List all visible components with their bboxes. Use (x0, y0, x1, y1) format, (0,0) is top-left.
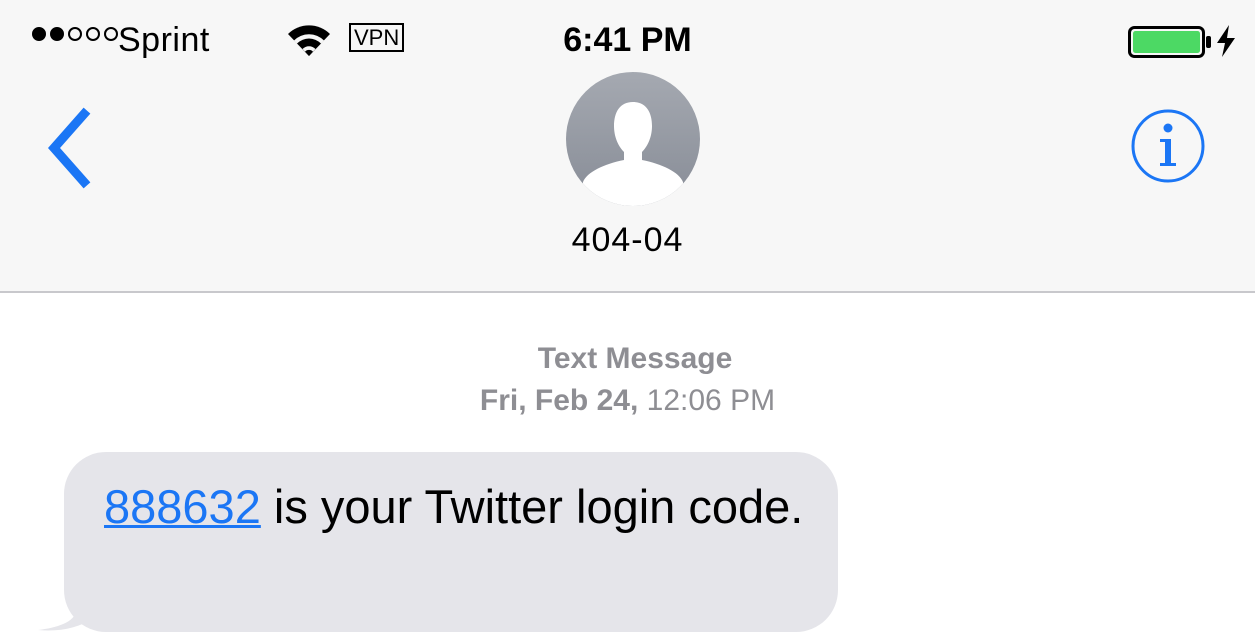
info-button[interactable] (1130, 108, 1206, 184)
info-icon (1131, 109, 1205, 183)
contact-avatar[interactable] (566, 72, 700, 206)
chevron-left-icon (47, 107, 91, 189)
status-time: 6:41 PM (563, 21, 692, 59)
message-date: Fri, Feb 24, 12:06 PM (480, 384, 775, 417)
battery-full-icon (1128, 26, 1211, 58)
person-silhouette-icon (566, 72, 700, 206)
message-body-text: is your Twitter login code. (260, 480, 804, 533)
message-time: 12:06 PM (646, 384, 776, 417)
header: Sprint VPN 6:41 PM 404-04 (0, 0, 1255, 293)
back-button[interactable] (40, 106, 100, 190)
message-day: Fri, Feb 24, (479, 384, 639, 417)
contact-name[interactable]: 404-04 (0, 218, 1255, 262)
login-code-link[interactable]: 888632 (104, 480, 261, 533)
status-bar: Sprint VPN 6:41 PM (0, 0, 1255, 70)
message-timestamp-header: Text Message Fri, Feb 24, 12:06 PM (0, 338, 1255, 422)
message-text: 888632 is your Twitter login code. (104, 473, 824, 541)
charging-bolt-icon (1217, 25, 1235, 57)
message-type-label: Text Message (537, 342, 733, 375)
